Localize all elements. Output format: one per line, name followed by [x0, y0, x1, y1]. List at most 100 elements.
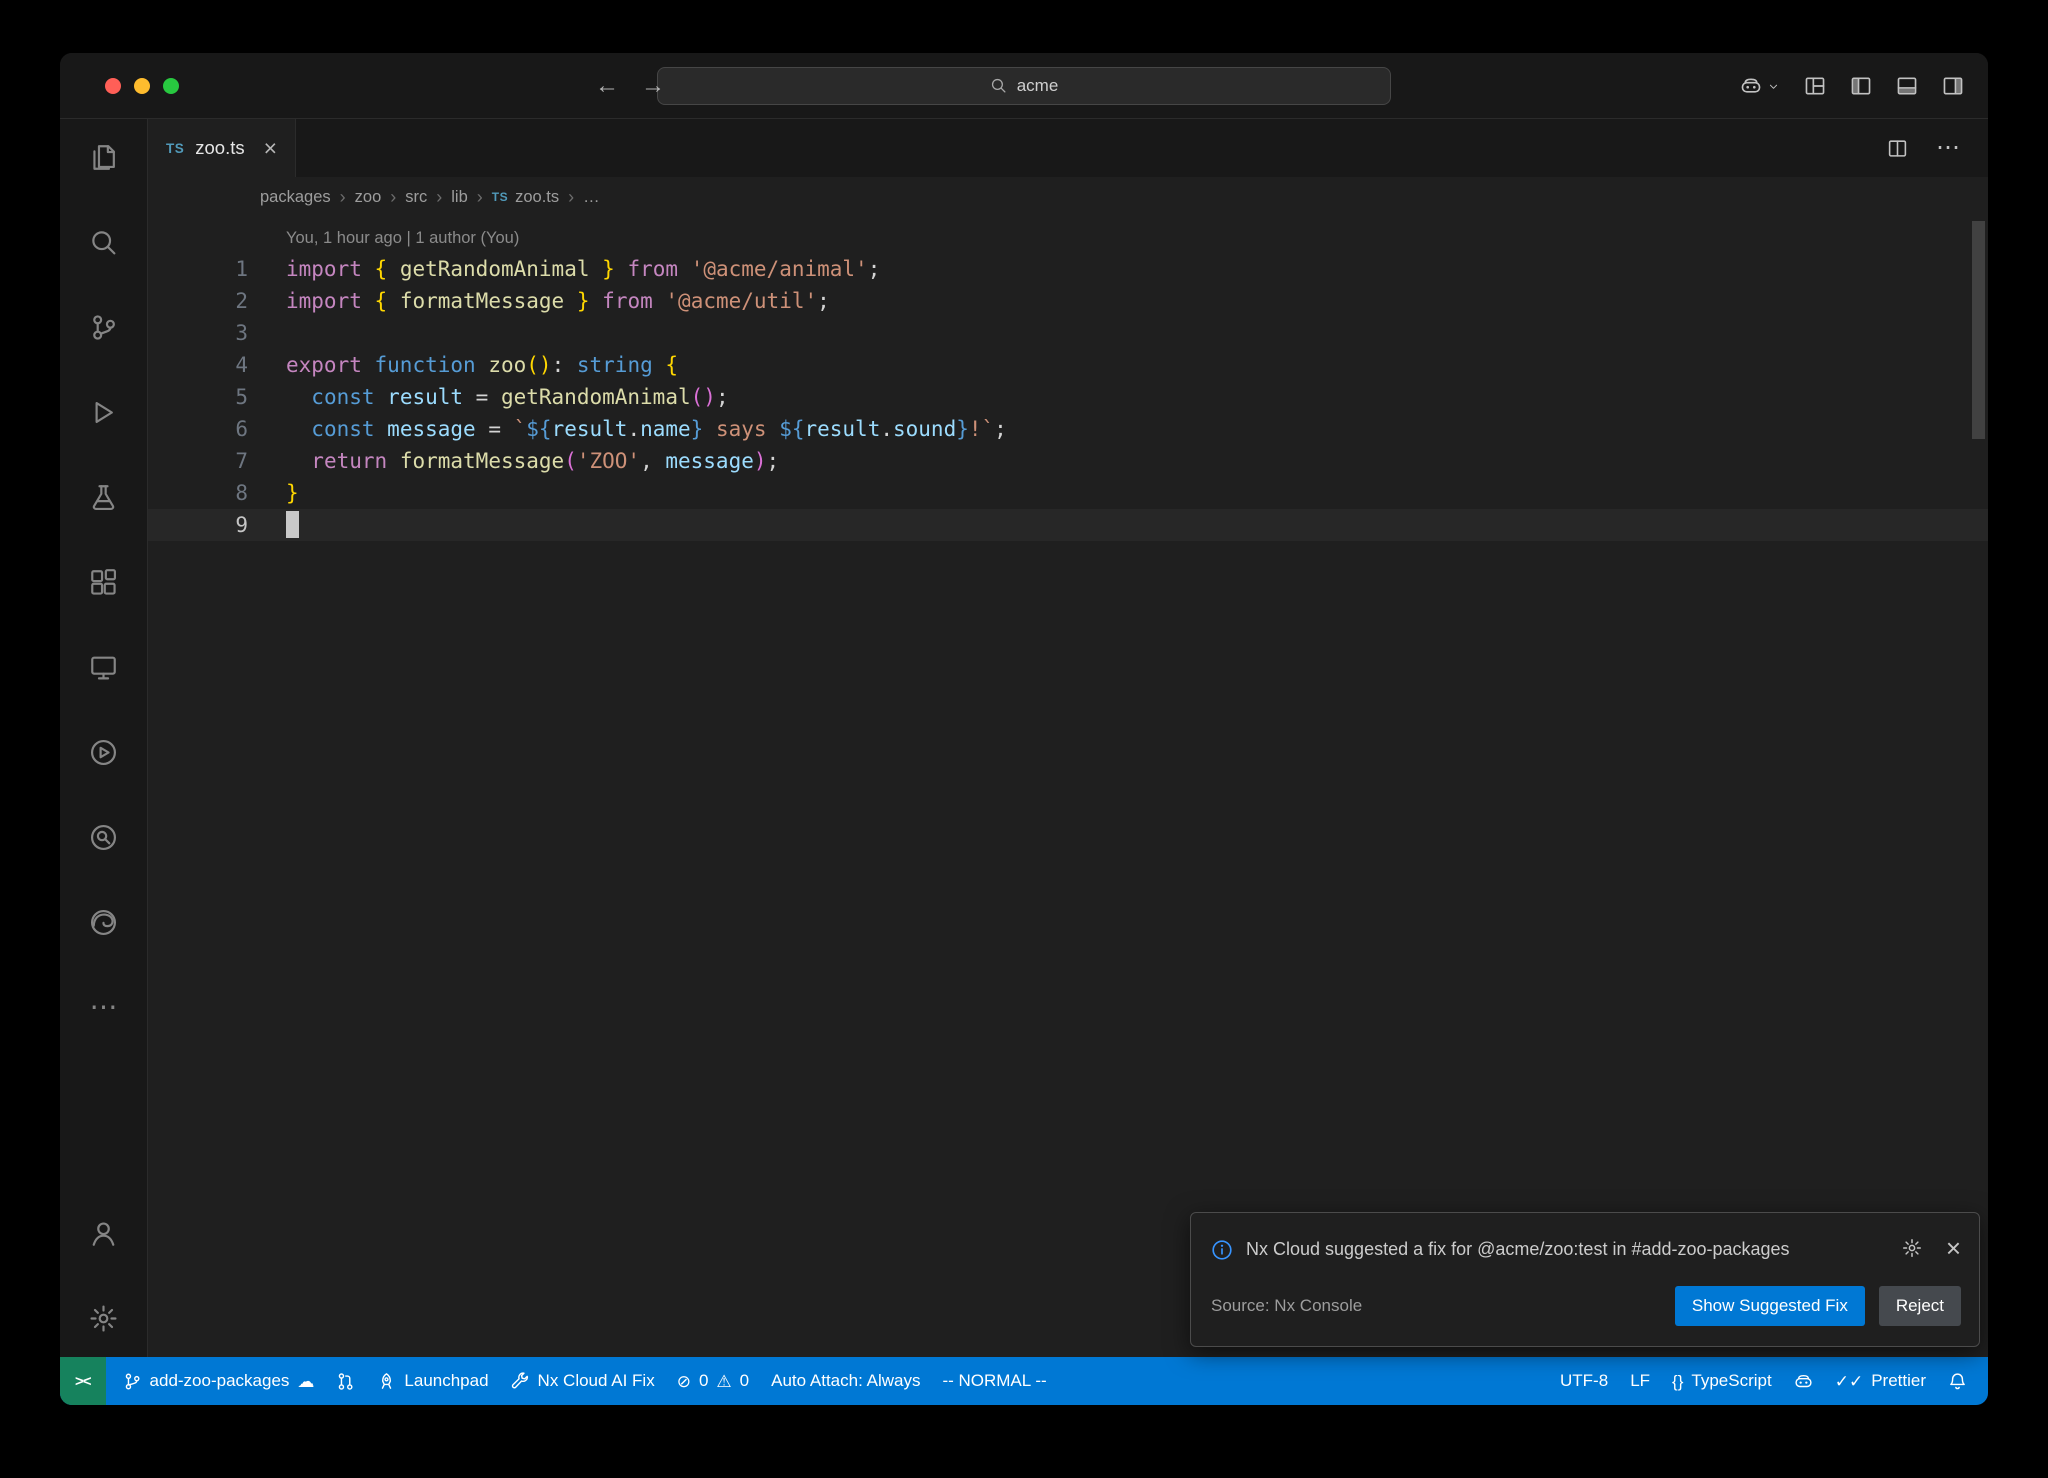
activity-code-search-button[interactable]	[73, 806, 135, 868]
forward-icon[interactable]: →	[641, 72, 665, 100]
breadcrumb-item[interactable]: lib	[451, 188, 468, 207]
search-circle-icon	[89, 823, 118, 852]
status-launchpad[interactable]: Launchpad	[366, 1357, 499, 1405]
gear-icon[interactable]	[1902, 1238, 1922, 1258]
toggle-secondary-sidebar-icon[interactable]	[1942, 75, 1964, 97]
status-git-branch[interactable]: add-zoo-packages☁	[112, 1357, 326, 1405]
activity-accounts-button[interactable]	[73, 1202, 135, 1264]
tab-bar: TS zoo.ts × ⋯	[148, 119, 1988, 177]
run-debug-icon	[89, 398, 118, 427]
search-icon	[89, 228, 118, 257]
code-line[interactable]: 4export function zoo(): string {	[148, 349, 1988, 381]
activity-extensions-button[interactable]	[73, 551, 135, 613]
activity-bar-top: ⋯	[60, 126, 147, 1038]
code-editor[interactable]: You, 1 hour ago | 1 author (You) 1import…	[148, 217, 1988, 1357]
window-controls	[105, 53, 179, 119]
activity-settings-button[interactable]	[73, 1287, 135, 1349]
notification-footer: Source: Nx Console Show Suggested Fix Re…	[1191, 1272, 1979, 1346]
code-line[interactable]: 7 return formatMessage('ZOO', message);	[148, 445, 1988, 477]
activity-testing-button[interactable]	[73, 466, 135, 528]
double-check-icon: ✓✓	[1835, 1373, 1864, 1390]
line-number: 1	[148, 253, 286, 285]
line-number: 4	[148, 349, 286, 381]
status-copilot[interactable]	[1783, 1357, 1824, 1405]
workbench: ⋯ TS zoo.ts × ⋯ packages›zoo›src›lib›TSz…	[60, 119, 1988, 1357]
zoom-window-button[interactable]	[163, 78, 179, 94]
status-problems[interactable]: ⊘0⚠0	[666, 1357, 760, 1405]
status-label: 0	[740, 1371, 749, 1391]
code-line[interactable]: 9	[148, 509, 1988, 541]
line-number: 6	[148, 413, 286, 445]
status-nx-cloud-ai-fix[interactable]: Nx Cloud AI Fix	[500, 1357, 666, 1405]
toggle-primary-sidebar-icon[interactable]	[1850, 75, 1872, 97]
status-prettier[interactable]: ✓✓Prettier	[1824, 1357, 1937, 1405]
editor-scrollbar[interactable]	[1972, 221, 1985, 439]
error-icon: ⊘	[677, 1373, 691, 1390]
ellipsis-icon: ⋯	[90, 993, 118, 1021]
gear-icon	[89, 1304, 118, 1333]
status-label: TypeScript	[1691, 1371, 1771, 1391]
code-line[interactable]: 8}	[148, 477, 1988, 509]
code-line[interactable]: 6 const message = `${result.name} says $…	[148, 413, 1988, 445]
status-remote-indicator[interactable]: ><	[60, 1357, 106, 1405]
status-label: add-zoo-packages	[150, 1371, 290, 1391]
copilot-menu[interactable]	[1740, 75, 1780, 97]
code-line[interactable]: 3	[148, 317, 1988, 349]
activity-edge-tools-button[interactable]	[73, 891, 135, 953]
titlebar-actions	[1740, 53, 1964, 119]
status-label: -- NORMAL --	[942, 1371, 1046, 1391]
breadcrumb-file[interactable]: TSzoo.ts	[492, 188, 559, 207]
notification-header: Nx Cloud suggested a fix for @acme/zoo:t…	[1191, 1213, 1979, 1272]
status-language[interactable]: {}TypeScript	[1661, 1357, 1783, 1405]
status-pull-request[interactable]	[325, 1357, 366, 1405]
status-eol[interactable]: LF	[1619, 1357, 1661, 1405]
minimize-window-button[interactable]	[134, 78, 150, 94]
show-suggested-fix-button[interactable]: Show Suggested Fix	[1675, 1286, 1865, 1326]
codelens-blame[interactable]: You, 1 hour ago | 1 author (You)	[286, 223, 1988, 253]
status-auto-attach[interactable]: Auto Attach: Always	[760, 1357, 931, 1405]
breadcrumb-overflow[interactable]: …	[583, 188, 600, 207]
tab-zoo-ts[interactable]: TS zoo.ts ×	[148, 119, 296, 177]
status-label: Auto Attach: Always	[771, 1371, 920, 1391]
more-actions-icon[interactable]: ⋯	[1936, 136, 1960, 160]
tab-label: zoo.ts	[195, 137, 244, 159]
close-icon[interactable]: ×	[264, 137, 277, 160]
line-number: 7	[148, 445, 286, 477]
status-label: Nx Cloud AI Fix	[538, 1371, 655, 1391]
breadcrumb-item[interactable]: src	[405, 188, 427, 207]
notification-message: Nx Cloud suggested a fix for @acme/zoo:t…	[1246, 1235, 1790, 1264]
activity-more-views-button[interactable]: ⋯	[73, 976, 135, 1038]
code-line[interactable]: 1import { getRandomAnimal } from '@acme/…	[148, 253, 1988, 285]
close-icon[interactable]: ×	[1946, 1235, 1961, 1261]
activity-bar-bottom	[60, 1202, 147, 1349]
activity-run-debug-button[interactable]	[73, 381, 135, 443]
breadcrumb-item[interactable]: packages	[260, 188, 331, 207]
titlebar: ← → acme	[60, 53, 1988, 119]
warning-icon: ⚠	[716, 1373, 731, 1390]
activity-bar: ⋯	[60, 119, 148, 1357]
wrench-icon	[511, 1372, 530, 1391]
activity-explorer-button[interactable]	[73, 126, 135, 188]
code-line[interactable]: 5 const result = getRandomAnimal();	[148, 381, 1988, 413]
close-window-button[interactable]	[105, 78, 121, 94]
customize-layout-icon[interactable]	[1804, 75, 1826, 97]
code-line[interactable]: 2import { formatMessage } from '@acme/ut…	[148, 285, 1988, 317]
command-center-search[interactable]: acme	[657, 67, 1391, 105]
code-text: const result = getRandomAnimal();	[286, 381, 729, 413]
reject-button[interactable]: Reject	[1879, 1286, 1961, 1326]
activity-nx-console-button[interactable]	[73, 721, 135, 783]
back-icon[interactable]: ←	[595, 72, 619, 100]
activity-remote-explorer-button[interactable]	[73, 636, 135, 698]
activity-search-button[interactable]	[73, 211, 135, 273]
command-center-text: acme	[1017, 76, 1059, 96]
status-notifications-bell[interactable]	[1937, 1357, 1978, 1405]
notification-buttons: Show Suggested Fix Reject	[1675, 1286, 1961, 1326]
code-text: }	[286, 477, 299, 509]
status-vim-mode[interactable]: -- NORMAL --	[931, 1357, 1057, 1405]
breadcrumb-item[interactable]: zoo	[355, 188, 382, 207]
status-encoding[interactable]: UTF-8	[1549, 1357, 1619, 1405]
activity-source-control-button[interactable]	[73, 296, 135, 358]
breadcrumb: packages›zoo›src›lib›TSzoo.ts›…	[148, 177, 1988, 217]
toggle-panel-icon[interactable]	[1896, 75, 1918, 97]
split-editor-icon[interactable]	[1887, 138, 1908, 159]
